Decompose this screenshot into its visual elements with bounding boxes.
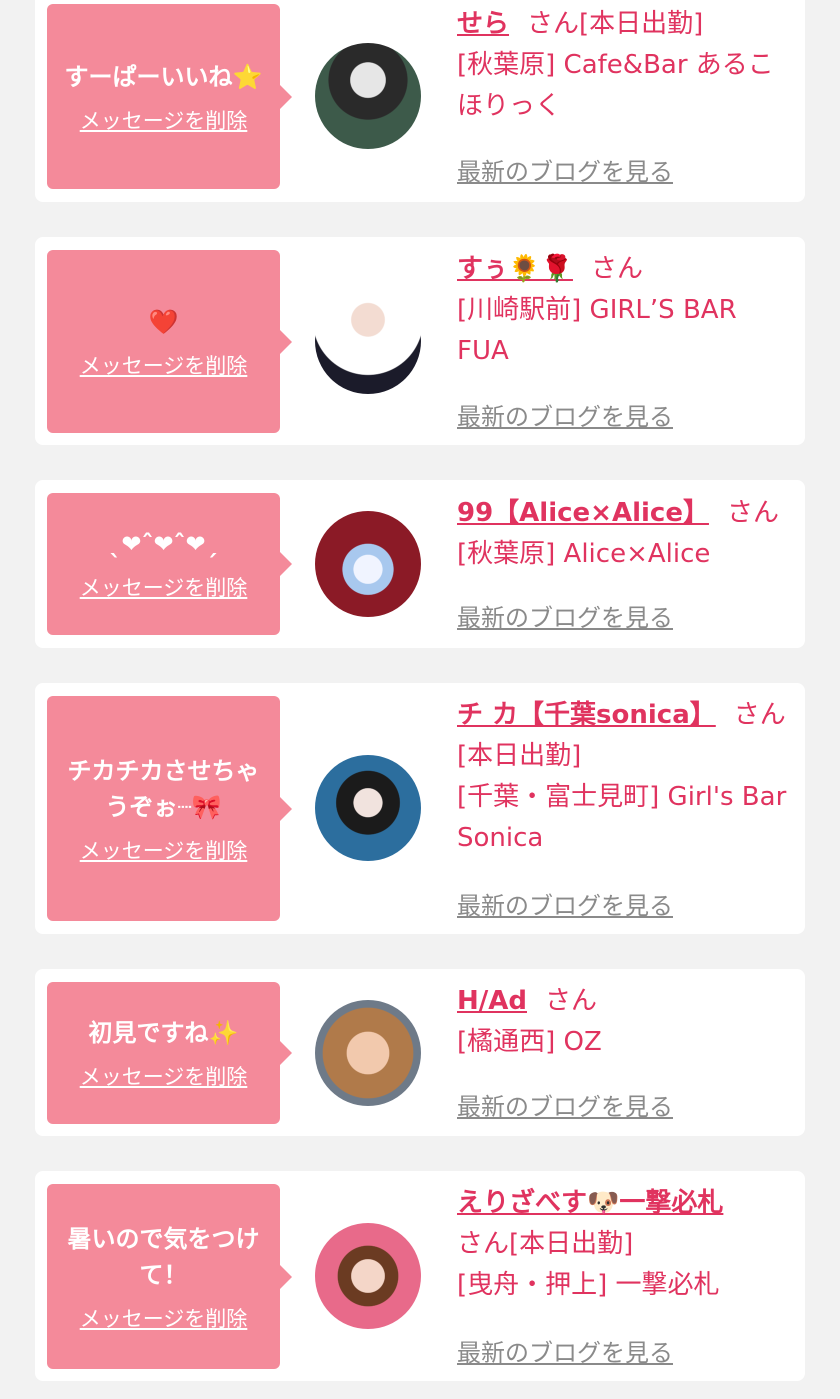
- avatar[interactable]: [315, 511, 421, 617]
- message-bubble: 暑いので気をつけて！ メッセージを削除: [47, 1184, 292, 1369]
- status-label: [本日出勤]: [457, 741, 582, 771]
- cast-info: えりざべす🐶一撃必札 さん[本日出勤] [曳舟・押上] 一撃必札: [457, 1183, 793, 1306]
- san-label: さん: [590, 254, 643, 284]
- store-label: [秋葉原] Cafe&Bar あるこほりっく: [457, 50, 774, 121]
- status-label: [本日出勤]: [579, 9, 704, 39]
- latest-blog-link[interactable]: 最新のブログを見る: [457, 598, 673, 633]
- cast-info: すぅ🌻🌹 さん [川崎駅前] GIRL’S BAR FUA: [457, 249, 793, 372]
- latest-blog-link[interactable]: 最新のブログを見る: [457, 152, 673, 187]
- store-label: [秋葉原] Alice×Alice: [457, 539, 711, 569]
- message-card: 初見ですね✨ メッセージを削除 H/Ad さん [橘通西] OZ 最新のブログを見…: [35, 969, 805, 1136]
- delete-message-link[interactable]: メッセージを削除: [80, 572, 248, 602]
- cast-name-link[interactable]: せら: [457, 9, 509, 39]
- status-label: [本日出勤]: [509, 1229, 634, 1259]
- store-label: [川崎駅前] GIRL’S BAR FUA: [457, 295, 737, 366]
- message-bubble: チカチカさせちゃうぞぉ┈🎀 メッセージを削除: [47, 696, 292, 921]
- cast-info: せら さん[本日出勤] [秋葉原] Cafe&Bar あるこほりっく: [457, 4, 793, 127]
- message-card: チカチカさせちゃうぞぉ┈🎀 メッセージを削除 チ カ【千葉sonica】 さん [本…: [35, 683, 805, 934]
- cast-info: 99【Alice×Alice】 さん [秋葉原] Alice×Alice: [457, 493, 793, 575]
- avatar[interactable]: [315, 1000, 421, 1106]
- cast-name-link[interactable]: えりざべす🐶一撃必札: [457, 1188, 723, 1218]
- message-text: 初見ですね✨: [88, 1019, 239, 1047]
- delete-message-link[interactable]: メッセージを削除: [80, 1061, 248, 1091]
- message-text: ❤️: [148, 307, 179, 336]
- cast-name-link[interactable]: チ カ【千葉sonica】: [457, 700, 716, 730]
- store-label: [橘通西] OZ: [457, 1027, 602, 1057]
- latest-blog-link[interactable]: 最新のブログを見る: [457, 1333, 673, 1368]
- message-text: 暑いので気をつけて！: [67, 1224, 260, 1289]
- message-bubble: ˎ❤︎ˆ❤︎ˆ❤︎ˏ メッセージを削除: [47, 493, 292, 635]
- store-label: [曳舟・押上] 一撃必札: [457, 1270, 720, 1300]
- message-text: すーぱーいいね⭐: [64, 62, 263, 91]
- delete-message-link[interactable]: メッセージを削除: [80, 835, 248, 865]
- delete-message-link[interactable]: メッセージを削除: [80, 105, 248, 135]
- latest-blog-link[interactable]: 最新のブログを見る: [457, 1087, 673, 1122]
- message-text: チカチカさせちゃうぞぉ┈🎀: [67, 756, 260, 821]
- store-label: [千葉・富士見町] Girl's Bar Sonica: [457, 782, 787, 853]
- message-card: すーぱーいいね⭐ メッセージを削除 せら さん[本日出勤] [秋葉原] Cafe&…: [35, 0, 805, 202]
- message-card: ˎ❤︎ˆ❤︎ˆ❤︎ˏ メッセージを削除 99【Alice×Alice】 さん [秋…: [35, 480, 805, 648]
- delete-message-link[interactable]: メッセージを削除: [80, 1303, 248, 1333]
- message-bubble: 初見ですね✨ メッセージを削除: [47, 982, 292, 1124]
- avatar[interactable]: [315, 43, 421, 149]
- message-card: ❤️ メッセージを削除 すぅ🌻🌹 さん [川崎駅前] GIRL’S BAR FUA…: [35, 237, 805, 445]
- message-text: ˎ❤︎ˆ❤︎ˆ❤︎ˏ: [109, 530, 218, 558]
- san-label: さん: [726, 498, 779, 528]
- cast-info: チ カ【千葉sonica】 さん [本日出勤] [千葉・富士見町] Girl's B…: [457, 695, 793, 859]
- san-label: さん: [527, 9, 580, 39]
- message-card: 暑いので気をつけて！ メッセージを削除 えりざべす🐶一撃必札 さん[本日出勤] …: [35, 1171, 805, 1381]
- san-label: さん: [457, 1229, 510, 1259]
- avatar[interactable]: [315, 288, 421, 394]
- cast-name-link[interactable]: H/Ad: [457, 986, 527, 1016]
- cast-info: H/Ad さん [橘通西] OZ: [457, 981, 793, 1063]
- avatar[interactable]: [315, 1223, 421, 1329]
- latest-blog-link[interactable]: 最新のブログを見る: [457, 886, 673, 921]
- delete-message-link[interactable]: メッセージを削除: [80, 350, 248, 380]
- cast-name-link[interactable]: 99【Alice×Alice】: [457, 498, 709, 528]
- san-label: さん: [545, 986, 598, 1016]
- avatar[interactable]: [315, 755, 421, 861]
- cast-name-link[interactable]: すぅ🌻🌹: [457, 254, 573, 284]
- message-bubble: ❤️ メッセージを削除: [47, 250, 292, 433]
- san-label: さん: [733, 700, 786, 730]
- latest-blog-link[interactable]: 最新のブログを見る: [457, 397, 673, 432]
- message-bubble: すーぱーいいね⭐ メッセージを削除: [47, 4, 292, 189]
